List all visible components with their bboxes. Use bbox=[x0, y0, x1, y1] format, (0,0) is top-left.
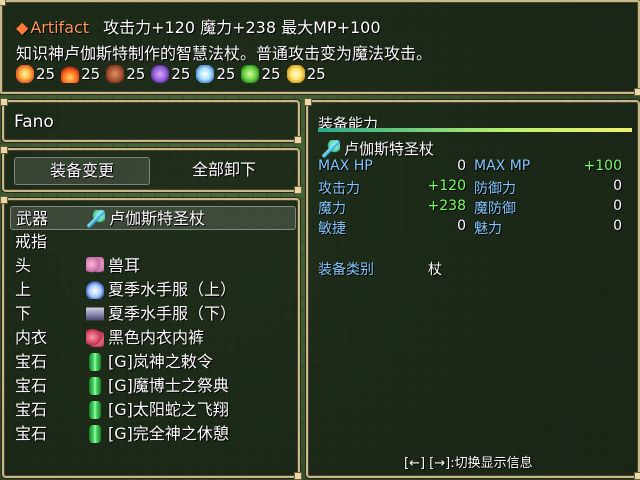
slot-item: 兽耳 bbox=[108, 256, 141, 275]
staff-icon bbox=[87, 210, 105, 228]
animal-ears-icon bbox=[86, 257, 104, 275]
slot-gem-2[interactable]: 宝石 [G]魔博士之祭典 bbox=[10, 374, 296, 398]
slot-label: 上 bbox=[15, 280, 32, 299]
leaf-icon bbox=[241, 65, 260, 83]
slot-gem-1[interactable]: 宝石 [G]岚神之敕令 bbox=[10, 350, 296, 374]
slot-label: 宝石 bbox=[15, 424, 48, 443]
ice-icon bbox=[196, 65, 215, 83]
resistance-nature: 25 bbox=[241, 65, 281, 83]
param-label: 防御力 bbox=[474, 181, 516, 197]
fire-star-icon bbox=[16, 65, 34, 83]
resistance-lightning: 25 bbox=[286, 65, 326, 83]
slot-item: [G]魔博士之祭典 bbox=[108, 376, 229, 395]
status-item: 卢伽斯特圣杖 bbox=[322, 138, 434, 159]
item-bonuses: 攻击力+120 魔力+238 最大MP+100 bbox=[103, 18, 381, 37]
title-gradient-bar bbox=[318, 128, 632, 132]
param-label: 魅力 bbox=[474, 221, 502, 237]
actor-window: Fano bbox=[0, 98, 302, 144]
category-value: 杖 bbox=[428, 262, 442, 278]
gem-icon bbox=[89, 353, 101, 371]
resistance-list: 25 25 25 25 25 25 25 bbox=[16, 65, 328, 83]
param-value: 0 bbox=[613, 198, 622, 214]
help-window: ◆ Artifact 攻击力+120 魔力+238 最大MP+100 知识神卢伽斯特… bbox=[0, 0, 640, 96]
slot-label: 宝石 bbox=[15, 376, 48, 395]
wind-icon bbox=[151, 65, 170, 83]
category-label: 装备类别 bbox=[318, 262, 374, 278]
slot-ring[interactable]: 戒指 bbox=[10, 230, 296, 254]
resistance-wind: 25 bbox=[151, 65, 190, 83]
actor-name: Fano bbox=[14, 112, 54, 132]
param-value: 0 bbox=[613, 178, 622, 194]
equipment-slot-window: 武器 卢伽斯特圣杖 戒指 头 兽耳 上 夏季水手服（上） 下 夏季水手服（下） … bbox=[0, 196, 302, 480]
equip-status-window: 装备能力 卢伽斯特圣杖 MAX HP 0 MAX MP +100 攻击力 +12… bbox=[304, 98, 640, 480]
lightning-icon bbox=[286, 65, 305, 83]
slot-label: 宝石 bbox=[15, 400, 48, 419]
slot-item: [G]岚神之敕令 bbox=[108, 352, 213, 371]
slot-item: 卢伽斯特圣杖 bbox=[109, 209, 206, 228]
unequip-all-command[interactable]: 全部卸下 bbox=[154, 157, 294, 185]
status-item-name: 卢伽斯特圣杖 bbox=[344, 140, 435, 158]
underwear-icon bbox=[86, 329, 104, 347]
param-value: 0 bbox=[457, 158, 466, 174]
item-header: ◆ Artifact 攻击力+120 魔力+238 最大MP+100 bbox=[16, 14, 381, 38]
slot-item: [G]太阳蛇之飞翔 bbox=[108, 400, 229, 419]
param-value: +120 bbox=[427, 178, 466, 194]
param-value: 0 bbox=[613, 218, 622, 234]
slot-item: [G]完全神之休憩 bbox=[108, 424, 229, 443]
command-window: 装备变更 全部卸下 bbox=[0, 146, 302, 194]
gem-icon bbox=[89, 377, 101, 395]
slot-label: 头 bbox=[15, 256, 32, 275]
slot-label: 内衣 bbox=[15, 328, 48, 347]
resistance-flame: 25 bbox=[61, 65, 100, 83]
gem-icon bbox=[89, 401, 101, 419]
slot-item: 黑色内衣内裤 bbox=[108, 328, 205, 347]
resistance-fire: 25 bbox=[16, 65, 55, 83]
param-label: 魔力 bbox=[318, 201, 346, 217]
slot-underwear[interactable]: 内衣 黑色内衣内裤 bbox=[10, 326, 296, 350]
slot-item: 夏季水手服（上） bbox=[108, 280, 237, 299]
slot-gem-3[interactable]: 宝石 [G]太阳蛇之飞翔 bbox=[10, 398, 296, 422]
item-name: ◆ Artifact bbox=[16, 18, 90, 37]
flame-icon bbox=[61, 65, 80, 83]
resistance-earth: 25 bbox=[106, 65, 145, 83]
param-label: MAX MP bbox=[474, 158, 531, 174]
param-label: 攻击力 bbox=[318, 181, 360, 197]
param-value: +238 bbox=[427, 198, 466, 214]
slot-bottom[interactable]: 下 夏季水手服（下） bbox=[10, 302, 296, 326]
slot-gem-4[interactable]: 宝石 [G]完全神之休憩 bbox=[10, 422, 296, 446]
slot-weapon[interactable]: 武器 卢伽斯特圣杖 bbox=[10, 206, 296, 230]
param-value: 0 bbox=[457, 218, 466, 234]
staff-icon bbox=[322, 139, 340, 158]
sailor-skirt-icon bbox=[86, 305, 104, 323]
item-description: 知识神卢伽斯特制作的智慧法杖。普通攻击变为魔法攻击。 bbox=[16, 44, 433, 63]
gem-icon bbox=[89, 425, 101, 443]
rock-icon bbox=[106, 65, 125, 83]
param-label: 魔防御 bbox=[474, 201, 516, 217]
slot-label: 宝石 bbox=[15, 352, 48, 371]
equip-change-command[interactable]: 装备变更 bbox=[14, 157, 150, 185]
slot-label: 戒指 bbox=[15, 232, 48, 251]
slot-head[interactable]: 头 兽耳 bbox=[10, 254, 296, 278]
param-value: +100 bbox=[583, 158, 622, 174]
toggle-info-hint: [←] [→]:切换显示信息 bbox=[404, 456, 533, 471]
resistance-ice: 25 bbox=[196, 65, 235, 83]
sailor-top-icon bbox=[86, 281, 104, 299]
slot-top[interactable]: 上 夏季水手服（上） bbox=[10, 278, 296, 302]
diamond-icon: ◆ bbox=[16, 18, 29, 37]
slot-item: 夏季水手服（下） bbox=[108, 304, 237, 323]
slot-label: 武器 bbox=[16, 209, 49, 228]
param-label: 敏捷 bbox=[318, 221, 346, 237]
param-label: MAX HP bbox=[318, 158, 373, 174]
slot-label: 下 bbox=[15, 304, 32, 323]
